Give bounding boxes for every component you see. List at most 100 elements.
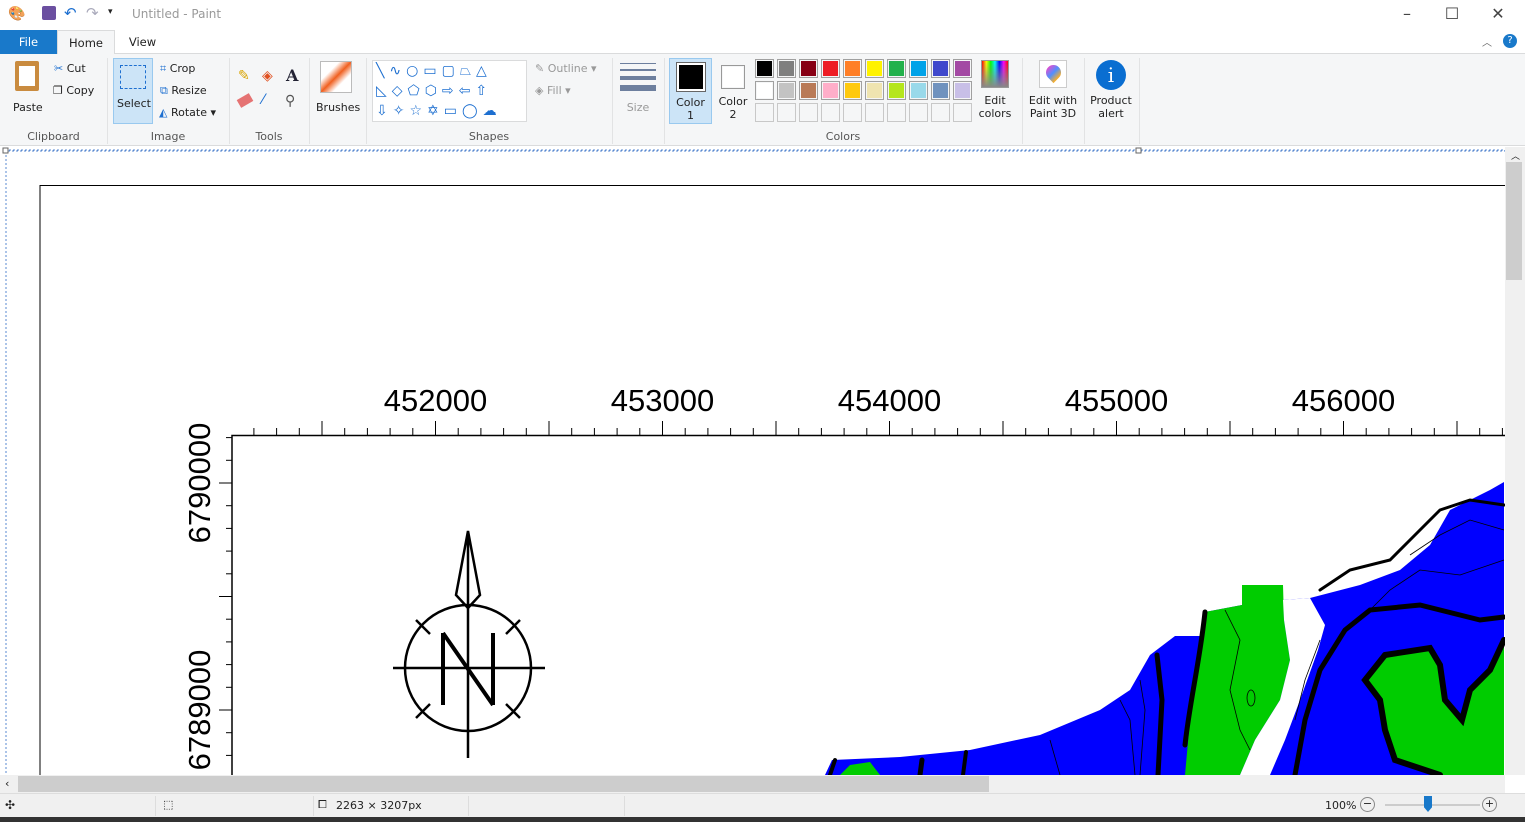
color-swatch[interactable] bbox=[931, 59, 950, 78]
edit-colors-label: Edit colors bbox=[978, 94, 1012, 120]
brushes-label: Brushes bbox=[316, 101, 361, 114]
resize-handle[interactable] bbox=[1135, 147, 1142, 154]
empty-color-swatch[interactable] bbox=[777, 103, 796, 122]
scroll-up-icon[interactable]: ︿ bbox=[1511, 149, 1520, 162]
resize-icon: ⧉ bbox=[160, 84, 168, 97]
customize-toolbar-icon[interactable]: ▾ bbox=[108, 7, 113, 17]
color-swatch[interactable] bbox=[909, 59, 928, 78]
redo-icon[interactable]: ↷ bbox=[86, 4, 99, 22]
empty-color-swatch[interactable] bbox=[909, 103, 928, 122]
pencil-icon[interactable]: ✎ bbox=[238, 68, 250, 84]
color-swatch[interactable] bbox=[777, 59, 796, 78]
x-tick-label: 454000 bbox=[838, 383, 941, 418]
rainbow-icon bbox=[981, 60, 1009, 88]
tab-home[interactable]: Home bbox=[57, 30, 115, 55]
color-swatch[interactable] bbox=[887, 81, 906, 100]
color-swatch[interactable] bbox=[931, 81, 950, 100]
vertical-scroll-thumb[interactable] bbox=[1506, 162, 1522, 280]
compass-tick bbox=[415, 619, 431, 635]
select-icon bbox=[120, 65, 146, 89]
empty-color-swatch[interactable] bbox=[931, 103, 950, 122]
canvas[interactable]: 452000 453000 454000 455000 456000 6790000 678… bbox=[0, 147, 1505, 775]
color-swatch[interactable] bbox=[887, 59, 906, 78]
empty-color-swatch[interactable] bbox=[843, 103, 862, 122]
color-swatch[interactable] bbox=[799, 59, 818, 78]
tab-view[interactable]: View bbox=[115, 30, 170, 54]
color-swatch[interactable] bbox=[821, 81, 840, 100]
scissors-icon: ✂ bbox=[54, 62, 64, 75]
color2-swatch bbox=[723, 67, 743, 87]
north-arrow-head bbox=[454, 530, 482, 610]
brushes-button[interactable]: Brushes bbox=[314, 59, 360, 123]
brush-icon bbox=[320, 61, 352, 93]
color-swatch[interactable] bbox=[777, 81, 796, 100]
save-icon[interactable] bbox=[42, 6, 56, 20]
map-image: 452000 453000 454000 455000 456000 6790000 678… bbox=[2, 147, 1505, 775]
color-swatch[interactable] bbox=[799, 81, 818, 100]
color-swatch[interactable] bbox=[865, 59, 884, 78]
outline-button[interactable]: ✎ Outline ▾ bbox=[535, 62, 597, 75]
color-swatch[interactable] bbox=[821, 59, 840, 78]
empty-color-swatch[interactable] bbox=[799, 103, 818, 122]
fill-bucket-icon[interactable]: ◈ bbox=[262, 68, 273, 84]
color-swatch[interactable] bbox=[843, 81, 862, 100]
zoom-out-button[interactable]: − bbox=[1360, 797, 1375, 812]
x-tick-label: 456000 bbox=[1292, 383, 1395, 418]
fill-button[interactable]: ◈ Fill ▾ bbox=[535, 84, 571, 97]
maximize-button[interactable]: ☐ bbox=[1437, 4, 1467, 23]
clipboard-icon bbox=[15, 61, 39, 91]
empty-color-swatch[interactable] bbox=[755, 103, 774, 122]
size-button[interactable]: Size bbox=[620, 60, 656, 124]
close-button[interactable]: ✕ bbox=[1483, 4, 1513, 23]
color-swatch[interactable] bbox=[843, 59, 862, 78]
map-features bbox=[825, 482, 1505, 775]
rotate-button[interactable]: ◭ Rotate ▾ bbox=[159, 106, 216, 119]
x-tick-label: 455000 bbox=[1065, 383, 1168, 418]
zoom-slider[interactable] bbox=[1385, 804, 1480, 806]
edit-with-paint3d-button[interactable]: Edit with Paint 3D bbox=[1027, 59, 1079, 125]
title-bar: 🎨 ↶ ↷ ▾ Untitled - Paint – ☐ ✕ bbox=[0, 0, 1525, 30]
outline-icon: ✎ bbox=[535, 62, 545, 75]
color2-button[interactable]: Color 2 bbox=[714, 58, 752, 124]
tools-group-label: Tools bbox=[255, 130, 283, 143]
color-picker-icon[interactable]: ⁄ bbox=[262, 92, 264, 108]
color-swatch[interactable] bbox=[865, 81, 884, 100]
magnifier-icon[interactable]: ⚲ bbox=[285, 93, 295, 109]
zoom-slider-thumb[interactable] bbox=[1424, 796, 1432, 812]
vertical-scrollbar[interactable]: ︿ bbox=[1505, 147, 1525, 775]
shapes-gallery[interactable]: ╲∿○▭▢⏢△ ◺◇⬠⬡⇨⇦⇧ ⇩✧☆✡▭◯☁ bbox=[372, 60, 527, 122]
color-swatch[interactable] bbox=[755, 59, 774, 78]
color-swatch[interactable] bbox=[909, 81, 928, 100]
horizontal-scroll-thumb[interactable] bbox=[18, 776, 989, 792]
paste-button[interactable]: Paste bbox=[10, 59, 46, 119]
empty-color-swatch[interactable] bbox=[953, 103, 972, 122]
horizontal-scrollbar[interactable]: ‹ bbox=[0, 775, 1505, 793]
empty-color-swatch[interactable] bbox=[821, 103, 840, 122]
tab-file[interactable]: File bbox=[0, 30, 57, 54]
resize-handle[interactable] bbox=[2, 147, 9, 154]
text-icon[interactable]: A bbox=[286, 66, 298, 85]
color-swatch[interactable] bbox=[953, 81, 972, 100]
edit-colors-button[interactable]: Edit colors bbox=[978, 59, 1012, 125]
crop-button[interactable]: ⌗ Crop bbox=[160, 62, 195, 76]
product-alert-button[interactable]: i Product alert bbox=[1088, 59, 1134, 125]
collapse-ribbon-icon[interactable]: ︿ bbox=[1482, 34, 1492, 49]
color-swatch[interactable] bbox=[755, 81, 774, 100]
eraser-icon[interactable] bbox=[236, 93, 254, 108]
scroll-left-icon[interactable]: ‹ bbox=[5, 777, 9, 790]
color1-button[interactable]: Color 1 bbox=[669, 58, 712, 124]
empty-color-swatch[interactable] bbox=[865, 103, 884, 122]
y-tick-label: 6790000 bbox=[182, 423, 217, 544]
color-swatch[interactable] bbox=[953, 59, 972, 78]
cut-button[interactable]: ✂ Cut bbox=[54, 62, 86, 75]
resize-button[interactable]: ⧉ Resize bbox=[160, 84, 207, 98]
colors-group-label: Colors bbox=[825, 130, 861, 143]
help-icon[interactable]: ? bbox=[1503, 34, 1517, 48]
minimize-button[interactable]: – bbox=[1392, 4, 1422, 23]
rotate-label: Rotate bbox=[170, 106, 207, 119]
empty-color-swatch[interactable] bbox=[887, 103, 906, 122]
copy-button[interactable]: ❐ Copy bbox=[53, 84, 94, 97]
zoom-in-button[interactable]: + bbox=[1482, 797, 1497, 812]
select-button[interactable]: Select bbox=[113, 58, 153, 124]
undo-icon[interactable]: ↶ bbox=[64, 4, 77, 22]
